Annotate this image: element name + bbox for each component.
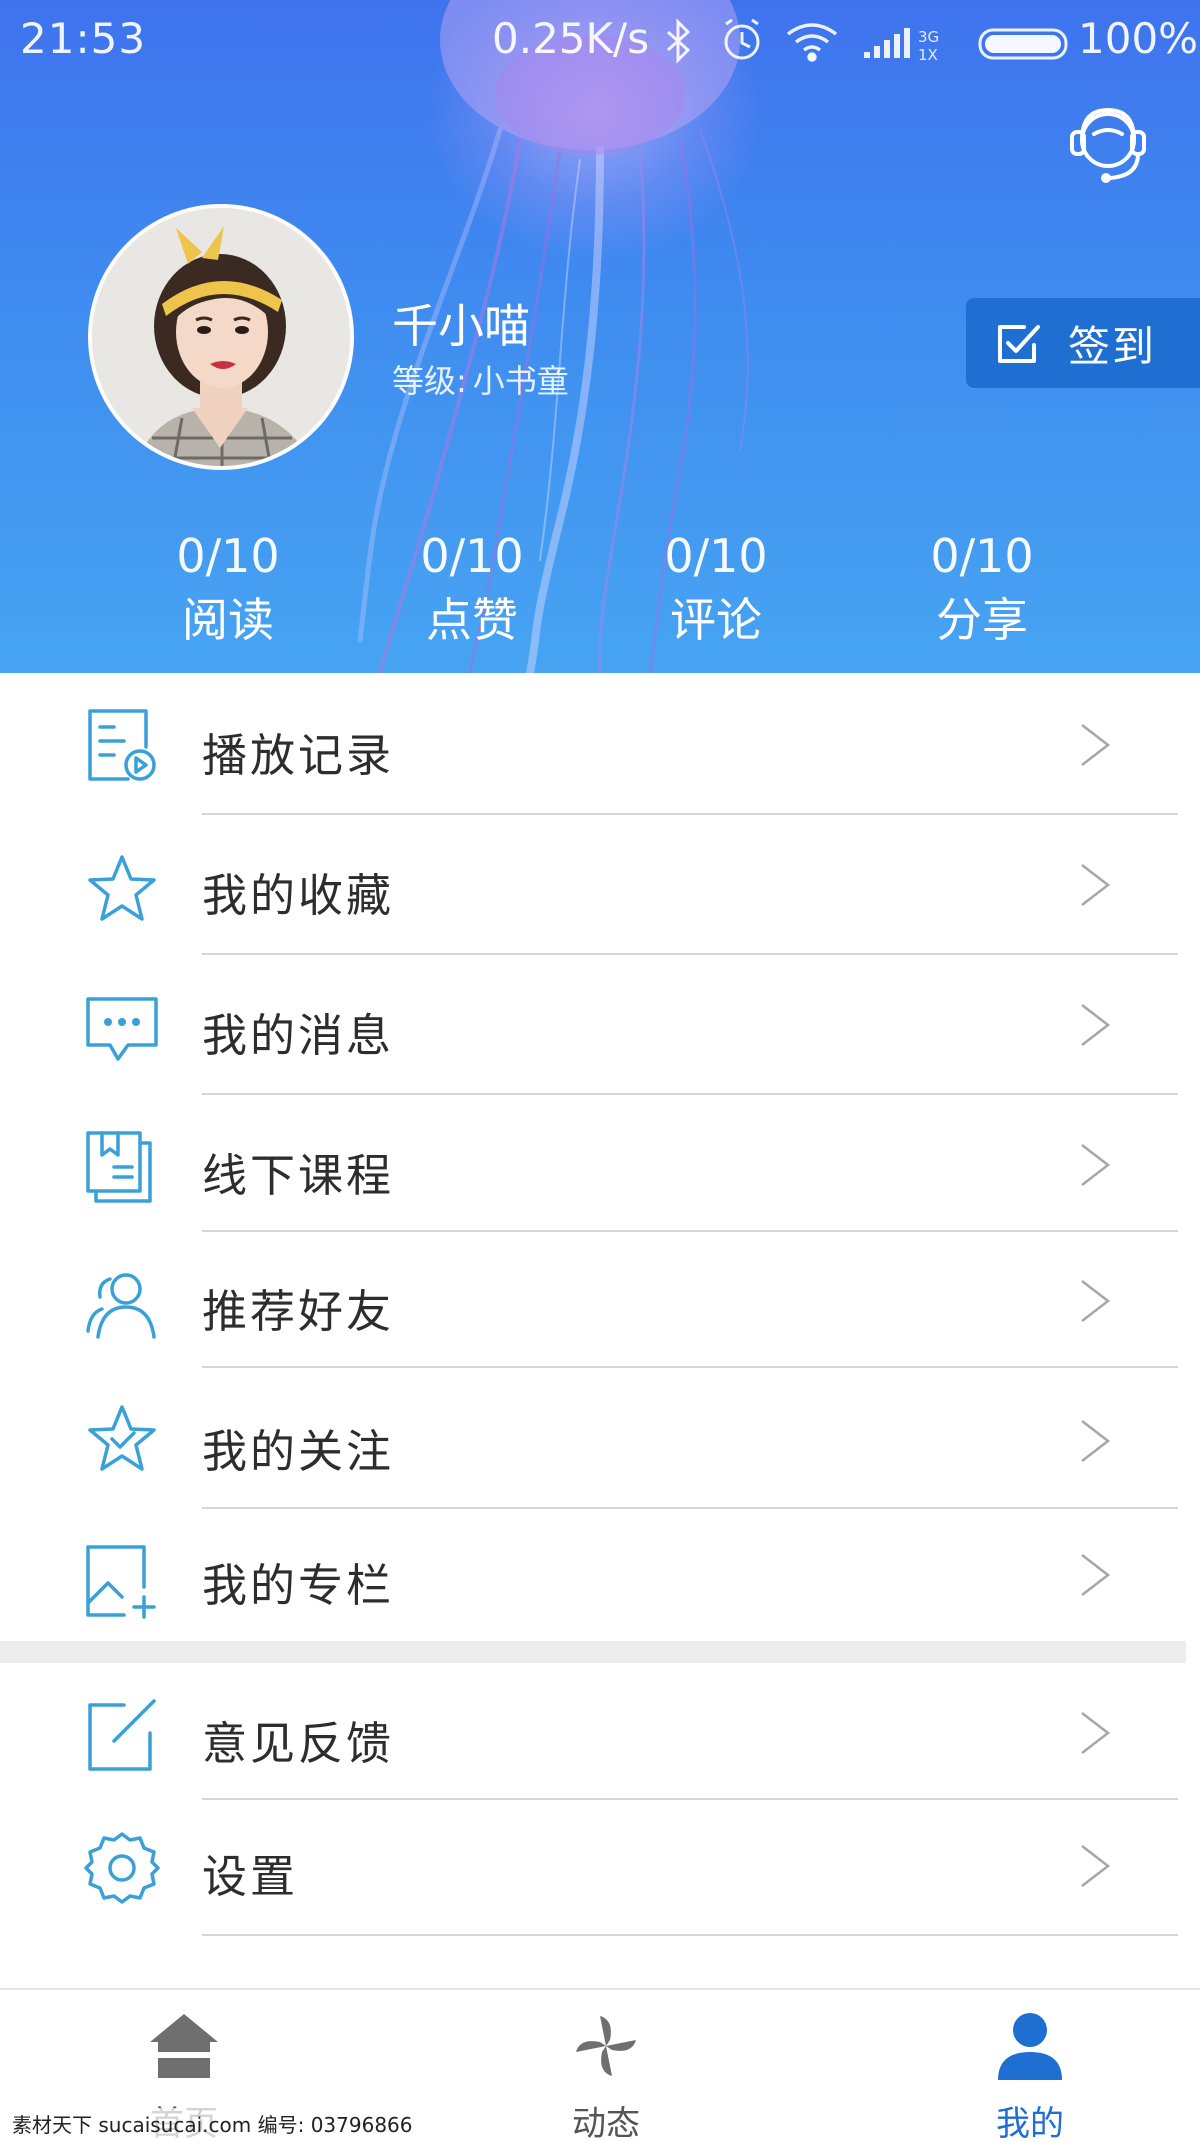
stat-share[interactable]: 0/10 分享 xyxy=(882,528,1082,650)
menu-label: 线下课程 xyxy=(202,1149,395,1202)
feedback-edit-icon xyxy=(88,1699,156,1771)
menu-label: 我的收藏 xyxy=(202,869,395,922)
users-icon xyxy=(86,1273,156,1339)
stat-value: 0/10 xyxy=(176,529,280,583)
menu-label: 设置 xyxy=(202,1850,299,1903)
network-type-top: 3G xyxy=(918,28,939,46)
nav-item-mine[interactable]: 我的 xyxy=(910,1990,1150,2142)
menu-item-favorites[interactable]: 我的收藏 xyxy=(0,815,1200,955)
chevron-right-icon xyxy=(1081,1845,1111,1887)
wifi-icon xyxy=(786,23,838,62)
nav-item-feed[interactable]: 动态 xyxy=(486,1990,726,2142)
star-check-icon xyxy=(88,1405,156,1471)
stat-read[interactable]: 0/10 阅读 xyxy=(128,528,328,650)
battery-percent: 100% xyxy=(1078,14,1199,63)
stat-label: 评论 xyxy=(670,593,762,647)
gear-icon xyxy=(84,1832,160,1904)
menu-label: 我的专栏 xyxy=(202,1559,395,1612)
stat-value: 0/10 xyxy=(420,529,524,583)
stat-label: 点赞 xyxy=(426,593,518,647)
play-history-icon xyxy=(88,709,156,781)
avatar-portrait xyxy=(92,208,350,466)
user-level-label: 等级: xyxy=(392,362,467,400)
chevron-right-icon xyxy=(1081,724,1111,766)
chevron-right-icon xyxy=(1081,1144,1111,1186)
menu-label: 意见反馈 xyxy=(202,1717,395,1770)
profile-header: 21:53 0.25K/s 3G 1X 100% 千小喵 等级: 小书童 签到 … xyxy=(0,0,1200,673)
stat-comment[interactable]: 0/10 评论 xyxy=(616,528,816,650)
menu-item-my-column[interactable]: 我的专栏 xyxy=(0,1509,1200,1649)
pinwheel-icon xyxy=(576,2016,636,2076)
divider xyxy=(202,1230,1178,1232)
stat-like[interactable]: 0/10 点赞 xyxy=(372,528,572,650)
chevron-right-icon xyxy=(1081,1280,1111,1322)
network-type-bottom: 1X xyxy=(918,46,938,64)
home-icon xyxy=(150,2014,218,2078)
menu-label: 我的关注 xyxy=(202,1425,395,1478)
menu-label: 我的消息 xyxy=(202,1009,395,1062)
status-time: 21:53 xyxy=(20,14,147,63)
stat-label: 阅读 xyxy=(182,593,274,647)
avatar[interactable] xyxy=(88,204,354,470)
chevron-right-icon xyxy=(1081,1420,1111,1462)
chevron-right-icon xyxy=(1081,1712,1111,1754)
menu-label: 播放记录 xyxy=(202,729,395,782)
menu-item-my-follows[interactable]: 我的关注 xyxy=(0,1369,1200,1509)
watermark-text: 素材天下 sucaisucai.com 编号: 03796866 xyxy=(8,2108,417,2139)
chevron-right-icon xyxy=(1081,1554,1111,1596)
menu-item-recommend-friends[interactable]: 推荐好友 xyxy=(0,1233,1200,1373)
status-bar: 21:53 0.25K/s 3G 1X 100% xyxy=(0,0,1200,84)
signin-label: 签到 xyxy=(1068,321,1157,371)
menu-item-offline-course[interactable]: 线下课程 xyxy=(0,1095,1200,1235)
menu-label: 推荐好友 xyxy=(202,1285,395,1338)
signin-button[interactable]: 签到 xyxy=(966,298,1200,388)
column-add-icon xyxy=(86,1545,156,1619)
stat-label: 分享 xyxy=(936,593,1028,647)
network-speed: 0.25K/s xyxy=(492,14,650,63)
customer-service-icon[interactable] xyxy=(1060,100,1156,190)
task-stats: 0/10 阅读 0/10 点赞 0/10 评论 0/10 分享 xyxy=(0,528,1200,658)
status-icons: 3G 1X xyxy=(666,18,1068,64)
menu-item-feedback[interactable]: 意见反馈 xyxy=(0,1663,1200,1803)
nav-label: 我的 xyxy=(996,2104,1064,2142)
user-name: 千小喵 xyxy=(392,299,530,353)
chevron-right-icon xyxy=(1081,1004,1111,1046)
stat-value: 0/10 xyxy=(664,529,768,583)
signal-icon xyxy=(864,28,910,58)
menu-item-settings[interactable]: 设置 xyxy=(0,1800,1200,1940)
checkbox-check-icon xyxy=(998,325,1040,363)
divider xyxy=(202,1366,1178,1368)
user-level-value: 小书童 xyxy=(472,362,569,400)
star-icon xyxy=(88,855,156,921)
battery-icon xyxy=(978,28,1068,60)
person-icon xyxy=(998,2013,1062,2080)
stat-value: 0/10 xyxy=(930,529,1034,583)
course-book-icon xyxy=(86,1131,152,1203)
menu-item-play-history[interactable]: 播放记录 xyxy=(0,675,1200,815)
message-icon xyxy=(86,997,158,1061)
chevron-right-icon xyxy=(1081,864,1111,906)
bluetooth-icon xyxy=(666,18,691,64)
divider xyxy=(202,1934,1178,1936)
menu-item-messages[interactable]: 我的消息 xyxy=(0,955,1200,1095)
nav-label: 动态 xyxy=(572,2104,640,2142)
user-level: 等级: 小书童 xyxy=(392,356,569,402)
section-divider xyxy=(0,1641,1186,1663)
alarm-icon xyxy=(724,18,760,60)
